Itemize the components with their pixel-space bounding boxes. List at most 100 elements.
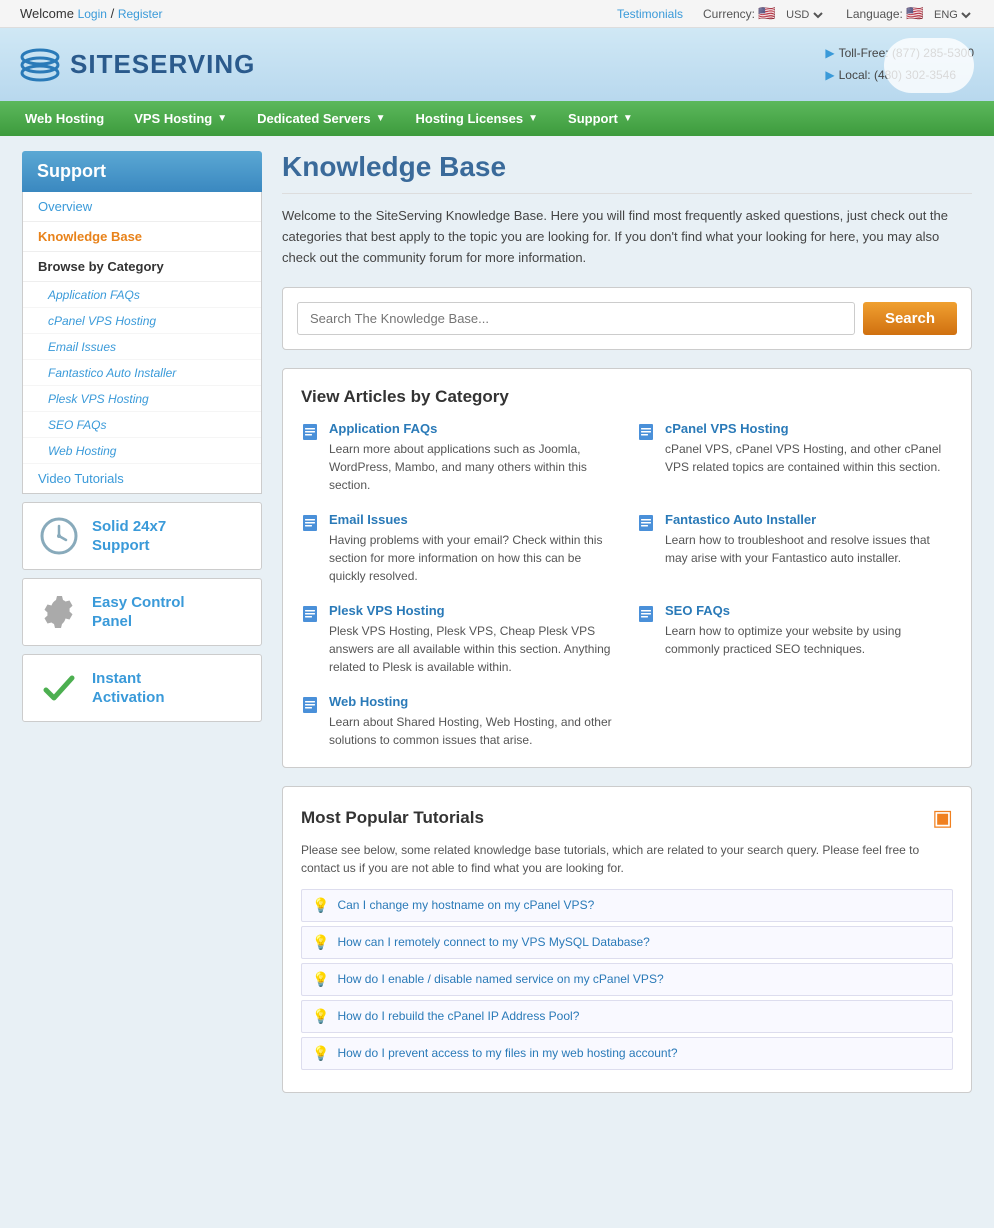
nav-support-label: Support bbox=[568, 111, 618, 126]
sidebar-sub-app-faqs[interactable]: Application FAQs bbox=[23, 282, 261, 308]
sidebar-plesk-link[interactable]: Plesk VPS Hosting bbox=[48, 392, 149, 406]
cat-seo-title[interactable]: SEO FAQs bbox=[665, 603, 953, 618]
tutorial-item-4[interactable]: 💡 How do I prevent access to my files in… bbox=[301, 1037, 953, 1070]
promo-easy-control: Easy ControlPanel bbox=[22, 578, 262, 646]
cat-email-icon bbox=[301, 514, 321, 534]
tutorial-item-2[interactable]: 💡 How do I enable / disable named servic… bbox=[301, 963, 953, 996]
category-item-seo: SEO FAQs Learn how to optimize your webs… bbox=[637, 603, 953, 676]
cat-email-title[interactable]: Email Issues bbox=[329, 512, 617, 527]
promo-instant-activation: InstantActivation bbox=[22, 654, 262, 722]
nav-web-hosting[interactable]: Web Hosting bbox=[10, 101, 119, 136]
sidebar-browse-category: Browse by Category bbox=[23, 252, 261, 282]
nav-dedicated-servers[interactable]: Dedicated Servers ▼ bbox=[242, 101, 400, 136]
cat-app-faqs-icon bbox=[301, 423, 321, 443]
cat-web-hosting-content: Web Hosting Learn about Shared Hosting, … bbox=[329, 694, 617, 749]
sidebar-video-tutorials-link[interactable]: Video Tutorials bbox=[38, 471, 124, 486]
solid-support-text: Solid 24x7Support bbox=[92, 517, 166, 556]
cat-web-hosting-title[interactable]: Web Hosting bbox=[329, 694, 617, 709]
language-label: Language: bbox=[846, 7, 903, 21]
sidebar-app-faqs-link[interactable]: Application FAQs bbox=[48, 288, 140, 302]
clock-icon bbox=[38, 515, 80, 557]
sidebar-sub-web-hosting[interactable]: Web Hosting bbox=[23, 438, 261, 464]
tutorial-link-1[interactable]: How can I remotely connect to my VPS MyS… bbox=[337, 935, 649, 949]
cat-fantastico-content: Fantastico Auto Installer Learn how to t… bbox=[665, 512, 953, 585]
sidebar-web-hosting-link[interactable]: Web Hosting bbox=[48, 444, 116, 458]
tutorial-item-3[interactable]: 💡 How do I rebuild the cPanel IP Address… bbox=[301, 1000, 953, 1033]
currency-select[interactable]: USD bbox=[782, 8, 826, 22]
search-button[interactable]: Search bbox=[863, 302, 957, 335]
tutorial-item-1[interactable]: 💡 How can I remotely connect to my VPS M… bbox=[301, 926, 953, 959]
nav-hosting-licenses[interactable]: Hosting Licenses ▼ bbox=[400, 101, 553, 136]
language-select[interactable]: ENG bbox=[930, 8, 974, 22]
sidebar-sub-fantastico[interactable]: Fantastico Auto Installer bbox=[23, 360, 261, 386]
main-nav: Web Hosting VPS Hosting ▼ Dedicated Serv… bbox=[0, 101, 994, 136]
sidebar-kb-link[interactable]: Knowledge Base bbox=[38, 229, 142, 244]
sidebar-overview-link[interactable]: Overview bbox=[38, 199, 92, 214]
sidebar-item-overview[interactable]: Overview bbox=[23, 192, 261, 222]
separator: / bbox=[111, 6, 118, 21]
tutorial-link-2[interactable]: How do I enable / disable named service … bbox=[337, 972, 663, 986]
header: SITESERVING ▶Toll-Free: (877) 285-5300 ▶… bbox=[0, 28, 994, 101]
gear-icon bbox=[38, 591, 80, 633]
sidebar-sub-email[interactable]: Email Issues bbox=[23, 334, 261, 360]
sidebar-sub-cpanel-vps[interactable]: cPanel VPS Hosting bbox=[23, 308, 261, 334]
tutorial-link-4[interactable]: How do I prevent access to my files in m… bbox=[337, 1046, 677, 1060]
category-box: View Articles by Category Application FA… bbox=[282, 368, 972, 768]
cat-cpanel-vps-desc: cPanel VPS, cPanel VPS Hosting, and othe… bbox=[665, 440, 953, 476]
sidebar-cpanel-vps-link[interactable]: cPanel VPS Hosting bbox=[48, 314, 156, 328]
sidebar-item-video-tutorials[interactable]: Video Tutorials bbox=[23, 464, 261, 493]
cat-plesk-desc: Plesk VPS Hosting, Plesk VPS, Cheap Ples… bbox=[329, 622, 617, 676]
cat-fantastico-icon bbox=[637, 514, 657, 534]
cat-cpanel-vps-title[interactable]: cPanel VPS Hosting bbox=[665, 421, 953, 436]
bulb-icon-3: 💡 bbox=[312, 1008, 329, 1025]
category-item-app-faqs: Application FAQs Learn more about applic… bbox=[301, 421, 617, 494]
cat-seo-desc: Learn how to optimize your website by us… bbox=[665, 622, 953, 658]
tutorials-header: Most Popular Tutorials ▣ bbox=[301, 805, 953, 831]
view-articles-title: View Articles by Category bbox=[301, 387, 953, 407]
currency-flag: 🇺🇸 bbox=[758, 5, 775, 21]
cat-fantastico-title[interactable]: Fantastico Auto Installer bbox=[665, 512, 953, 527]
register-link[interactable]: Register bbox=[118, 7, 163, 21]
bulb-icon-1: 💡 bbox=[312, 934, 329, 951]
sidebar: Support Overview Knowledge Base Browse b… bbox=[22, 151, 262, 1092]
logo-area: SITESERVING bbox=[20, 45, 255, 85]
sidebar-sub-plesk[interactable]: Plesk VPS Hosting bbox=[23, 386, 261, 412]
tutorials-intro: Please see below, some related knowledge… bbox=[301, 841, 953, 877]
cat-seo-content: SEO FAQs Learn how to optimize your webs… bbox=[665, 603, 953, 676]
sidebar-item-knowledge-base[interactable]: Knowledge Base bbox=[23, 222, 261, 252]
nav-support[interactable]: Support ▼ bbox=[553, 101, 648, 136]
bulb-icon-0: 💡 bbox=[312, 897, 329, 914]
sidebar-fantastico-link[interactable]: Fantastico Auto Installer bbox=[48, 366, 176, 380]
sidebar-seo-link[interactable]: SEO FAQs bbox=[48, 418, 106, 432]
category-item-fantastico: Fantastico Auto Installer Learn how to t… bbox=[637, 512, 953, 585]
testimonials-link[interactable]: Testimonials bbox=[617, 7, 683, 21]
logo-text: SITESERVING bbox=[70, 49, 255, 80]
nav-licenses-label: Hosting Licenses bbox=[415, 111, 523, 126]
tutorials-title: Most Popular Tutorials bbox=[301, 808, 484, 828]
sidebar-email-link[interactable]: Email Issues bbox=[48, 340, 116, 354]
nav-vps-hosting-label: VPS Hosting bbox=[134, 111, 212, 126]
tutorials-box: Most Popular Tutorials ▣ Please see belo… bbox=[282, 786, 972, 1093]
nav-support-caret: ▼ bbox=[623, 113, 633, 124]
sidebar-sub-seo[interactable]: SEO FAQs bbox=[23, 412, 261, 438]
tutorial-link-0[interactable]: Can I change my hostname on my cPanel VP… bbox=[337, 898, 594, 912]
cat-app-faqs-content: Application FAQs Learn more about applic… bbox=[329, 421, 617, 494]
category-grid: Application FAQs Learn more about applic… bbox=[301, 421, 953, 749]
main-container: Support Overview Knowledge Base Browse b… bbox=[7, 136, 987, 1107]
intro-text: Welcome to the SiteServing Knowledge Bas… bbox=[282, 206, 972, 268]
cat-plesk-title[interactable]: Plesk VPS Hosting bbox=[329, 603, 617, 618]
language-flag: 🇺🇸 bbox=[906, 5, 923, 21]
nav-vps-hosting[interactable]: VPS Hosting ▼ bbox=[119, 101, 242, 136]
sidebar-support-header: Support bbox=[22, 151, 262, 192]
top-bar-left: Welcome Login / Register bbox=[20, 6, 163, 21]
cat-cpanel-vps-icon bbox=[637, 423, 657, 443]
search-input[interactable] bbox=[297, 302, 855, 335]
nav-dedicated-caret: ▼ bbox=[376, 113, 386, 124]
page-title: Knowledge Base bbox=[282, 151, 972, 194]
cat-app-faqs-title[interactable]: Application FAQs bbox=[329, 421, 617, 436]
tutorial-link-3[interactable]: How do I rebuild the cPanel IP Address P… bbox=[337, 1009, 579, 1023]
login-link[interactable]: Login bbox=[78, 7, 107, 21]
nav-licenses-caret: ▼ bbox=[528, 113, 538, 124]
tutorial-item-0[interactable]: 💡 Can I change my hostname on my cPanel … bbox=[301, 889, 953, 922]
sidebar-box: Overview Knowledge Base Browse by Catego… bbox=[22, 192, 262, 494]
